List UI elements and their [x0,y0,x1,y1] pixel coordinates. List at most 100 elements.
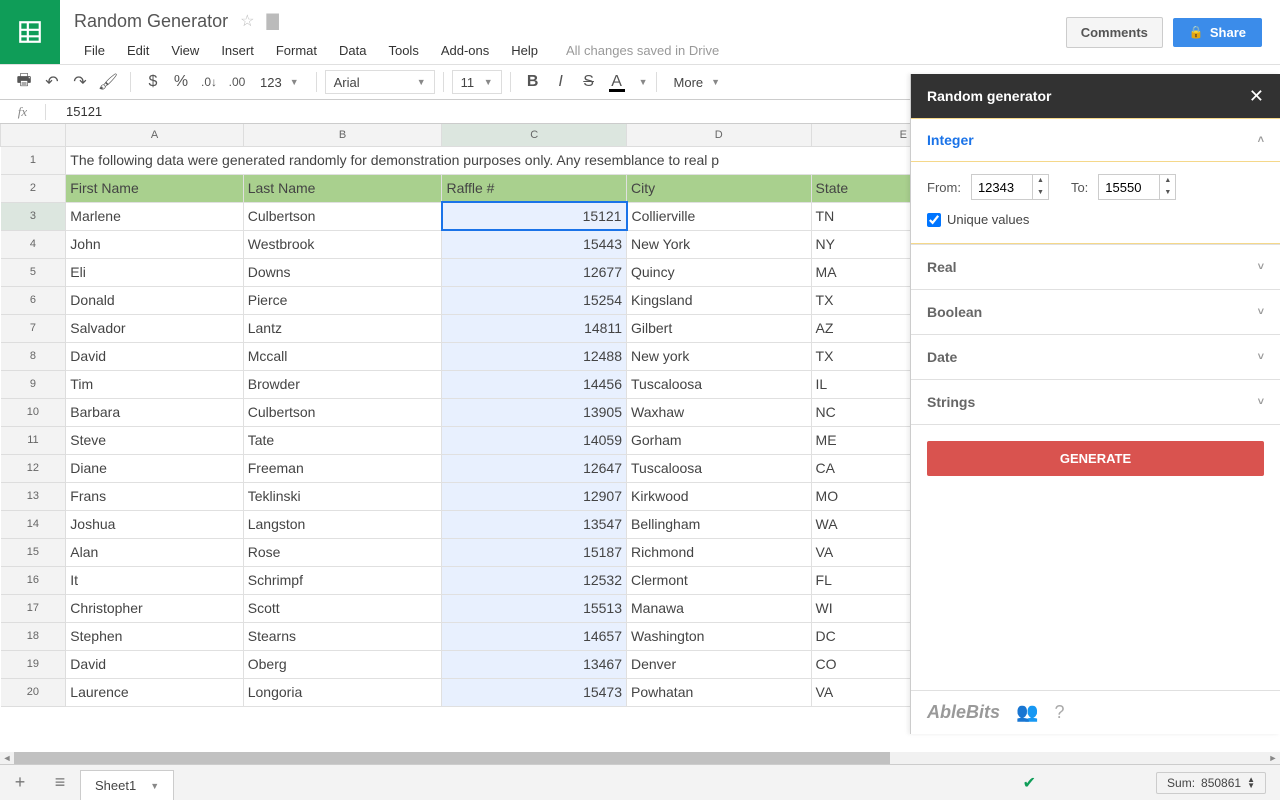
sum-display[interactable]: Sum: 850861▲▼ [1156,772,1266,794]
section-date[interactable]: Date˅ [911,335,1280,379]
row-header[interactable]: 6 [1,286,66,314]
people-icon[interactable]: 👥 [1016,702,1038,723]
cell[interactable]: 14657 [442,622,627,650]
cell[interactable]: Mccall [243,342,442,370]
cell[interactable]: Christopher [66,594,243,622]
cell[interactable]: Gilbert [627,314,812,342]
cell[interactable]: 12907 [442,482,627,510]
cell[interactable]: Waxhaw [627,398,812,426]
spin-down-icon[interactable]: ▼ [1160,187,1175,199]
strike-icon[interactable]: S [575,68,603,96]
star-icon[interactable]: ☆ [240,11,254,31]
print-icon[interactable]: 🖶 [10,68,38,96]
cell[interactable]: Tuscaloosa [627,454,812,482]
scroll-left-icon[interactable]: ◄ [0,752,14,764]
row-header[interactable]: 15 [1,538,66,566]
cell[interactable]: Stearns [243,622,442,650]
row-header[interactable]: 11 [1,426,66,454]
row-header[interactable]: 8 [1,342,66,370]
spin-up-icon[interactable]: ▲ [1160,175,1175,187]
cell[interactable]: Washington [627,622,812,650]
cell[interactable]: Alan [66,538,243,566]
dec-decimal-icon[interactable]: .0↓ [195,68,223,96]
cell[interactable]: 12647 [442,454,627,482]
app-logo[interactable] [0,0,60,64]
cell[interactable]: 15187 [442,538,627,566]
cell[interactable]: Manawa [627,594,812,622]
redo-icon[interactable]: ↷ [66,68,94,96]
cell[interactable]: Diane [66,454,243,482]
cell[interactable]: Schrimpf [243,566,442,594]
cell[interactable]: 14811 [442,314,627,342]
row-header[interactable]: 9 [1,370,66,398]
row-header[interactable]: 12 [1,454,66,482]
menu-file[interactable]: File [74,39,115,62]
cell[interactable]: 12677 [442,258,627,286]
cell[interactable]: Clermont [627,566,812,594]
header-cell[interactable]: First Name [66,174,243,202]
cell[interactable]: 15443 [442,230,627,258]
cell[interactable]: 14059 [442,426,627,454]
close-icon[interactable]: ✕ [1249,86,1264,107]
row-header[interactable]: 4 [1,230,66,258]
cell[interactable]: New York [627,230,812,258]
unique-checkbox[interactable] [927,213,941,227]
number-format-dropdown[interactable]: 123▼ [251,70,308,94]
col-header[interactable]: C [442,124,627,146]
cell[interactable]: Browder [243,370,442,398]
menu-edit[interactable]: Edit [117,39,159,62]
cell[interactable]: Collierville [627,202,812,230]
menu-add-ons[interactable]: Add-ons [431,39,499,62]
status-ok-icon[interactable]: ✔ [1023,773,1036,793]
cell[interactable]: Westbrook [243,230,442,258]
paint-format-icon[interactable]: 🖌 [94,68,122,96]
section-boolean[interactable]: Boolean˅ [911,290,1280,334]
row-header[interactable]: 1 [1,146,66,174]
cell[interactable]: Tate [243,426,442,454]
cell[interactable]: Kirkwood [627,482,812,510]
more-dropdown[interactable]: More▼ [665,70,730,94]
cell[interactable]: Bellingham [627,510,812,538]
cell[interactable]: Culbertson [243,202,442,230]
row-header[interactable]: 2 [1,174,66,202]
row-header[interactable]: 7 [1,314,66,342]
help-icon[interactable]: ? [1054,702,1064,723]
row-header[interactable]: 17 [1,594,66,622]
cell[interactable]: David [66,342,243,370]
scroll-right-icon[interactable]: ► [1266,752,1280,764]
menu-format[interactable]: Format [266,39,327,62]
menu-help[interactable]: Help [501,39,548,62]
menu-view[interactable]: View [161,39,209,62]
cell[interactable]: John [66,230,243,258]
cell[interactable]: Rose [243,538,442,566]
cell[interactable]: 13905 [442,398,627,426]
section-strings[interactable]: Strings˅ [911,380,1280,424]
bold-icon[interactable]: B [519,68,547,96]
row-header[interactable]: 13 [1,482,66,510]
cell[interactable]: Kingsland [627,286,812,314]
from-input[interactable] [972,175,1032,199]
undo-icon[interactable]: ↶ [38,68,66,96]
cell[interactable]: Longoria [243,678,442,706]
header-cell[interactable]: Raffle # [442,174,627,202]
percent-icon[interactable]: % [167,68,195,96]
select-all[interactable] [1,124,66,146]
cell[interactable]: It [66,566,243,594]
cell[interactable]: 12488 [442,342,627,370]
cell[interactable]: Laurence [66,678,243,706]
cell[interactable]: 15254 [442,286,627,314]
cell[interactable]: Tuscaloosa [627,370,812,398]
row-header[interactable]: 19 [1,650,66,678]
cell[interactable]: Teklinski [243,482,442,510]
cell[interactable]: 15473 [442,678,627,706]
share-button[interactable]: 🔒Share [1173,18,1262,47]
cell[interactable]: Culbertson [243,398,442,426]
font-size-dropdown[interactable]: 11▼ [452,70,502,94]
cell[interactable]: 15121 [442,202,627,230]
cell[interactable]: Gorham [627,426,812,454]
cell[interactable]: Steve [66,426,243,454]
folder-icon[interactable]: ▇ [266,11,278,31]
row-header[interactable]: 5 [1,258,66,286]
cell[interactable]: Tim [66,370,243,398]
col-header[interactable]: A [66,124,243,146]
